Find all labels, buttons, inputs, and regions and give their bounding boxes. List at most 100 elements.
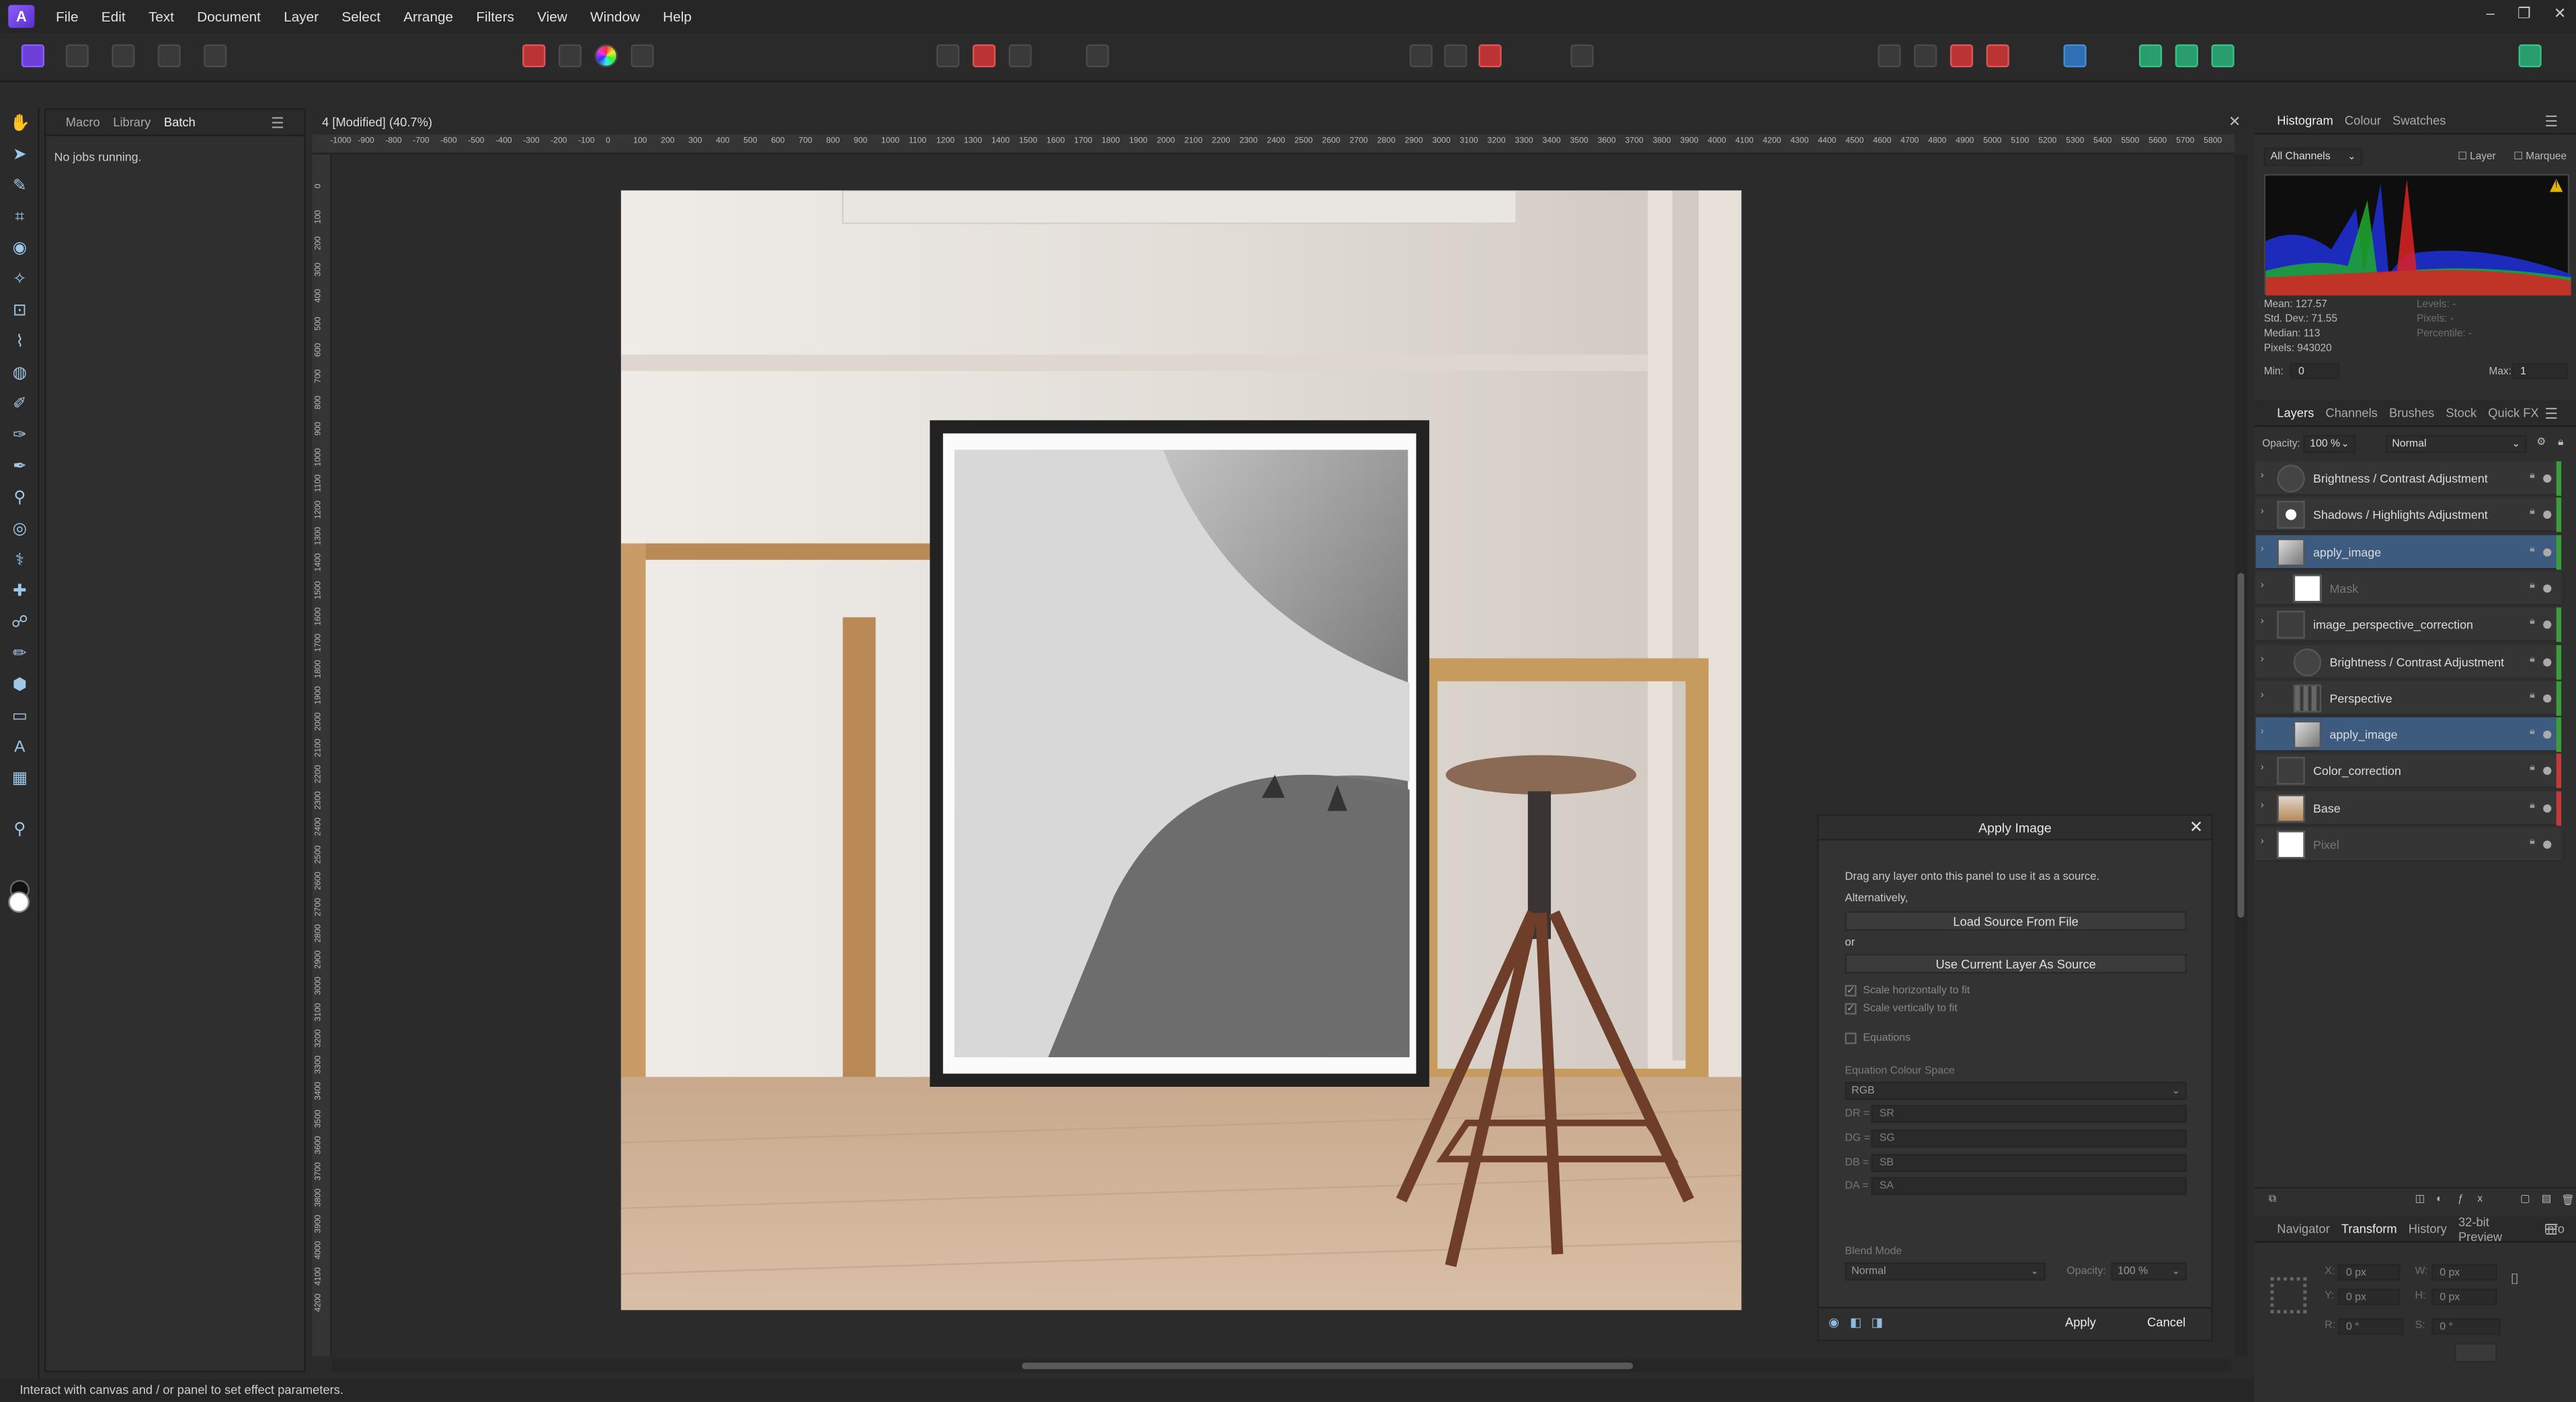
text-tool-icon[interactable]: A [10, 739, 30, 758]
use-current-layer-button[interactable]: Use Current Layer As Source [1845, 954, 2187, 974]
boolean-subtract-icon[interactable] [2175, 44, 2198, 68]
order-forward-icon[interactable] [1914, 44, 1937, 68]
rectangle-tool-icon[interactable]: ▭ [10, 708, 30, 727]
node-tool-icon[interactable]: ⬢ [10, 676, 30, 696]
s-field[interactable]: 0 ° [2431, 1318, 2501, 1335]
restore-icon[interactable]: ❐ [2518, 5, 2531, 23]
develop-persona-icon[interactable] [112, 44, 135, 68]
layer-row[interactable]: › Brightness / Contrast Adjustment 🔒︎ [2255, 644, 2562, 679]
vertical-scroll-thumb[interactable] [2237, 573, 2245, 918]
anchor-point-selector[interactable] [2270, 1277, 2307, 1314]
order-front-icon[interactable] [1949, 44, 1974, 68]
primary-colour-swatch[interactable] [8, 891, 30, 913]
flood-select-tool-icon[interactable]: ✧ [10, 271, 30, 290]
menu-text[interactable]: Text [137, 8, 186, 24]
tab-history[interactable]: History [2409, 1221, 2447, 1236]
y-field[interactable]: 0 px [2337, 1288, 2401, 1305]
group-icon[interactable]: ▤ [2542, 1194, 2552, 1205]
color-picker-tool-icon[interactable]: ✎ [10, 177, 30, 197]
align-icon[interactable] [2063, 44, 2087, 68]
lock-icon[interactable]: 🔒︎ [2530, 507, 2535, 519]
live-filter-icon[interactable]: ƒ [2458, 1194, 2464, 1205]
close-document-icon[interactable]: ✕ [2228, 114, 2241, 132]
panel-menu-icon[interactable]: ☰ [2544, 114, 2558, 132]
export-persona-icon[interactable] [204, 44, 227, 68]
dodge-tool-icon[interactable]: ✒ [10, 458, 30, 477]
lock-icon[interactable]: 🔒︎ [2530, 544, 2535, 556]
lock-icon[interactable]: 🔒︎ [2530, 727, 2535, 739]
magnet-icon[interactable] [1478, 44, 1502, 68]
menu-layer[interactable]: Layer [272, 8, 330, 24]
tab-layers[interactable]: Layers [2277, 405, 2314, 420]
boolean-intersect-icon[interactable] [2211, 44, 2235, 68]
visibility-icon[interactable] [2543, 547, 2552, 556]
order-top-icon[interactable] [1986, 44, 2009, 68]
panel-menu-icon[interactable]: ☰ [2544, 1221, 2558, 1239]
marquee-checkbox[interactable]: ☐ Marquee [2513, 151, 2567, 163]
tab-transform[interactable]: Transform [2341, 1221, 2397, 1236]
transform-origin-button[interactable] [2454, 1343, 2497, 1363]
tab-navigator[interactable]: Navigator [2277, 1221, 2329, 1236]
expand-chevron-icon[interactable]: › [2261, 654, 2264, 664]
layer-checkbox[interactable]: ☐ Layer [2458, 151, 2496, 163]
tab-brushes[interactable]: Brushes [2389, 405, 2434, 420]
document-image[interactable] [620, 190, 1742, 1311]
expand-chevron-icon[interactable]: › [2261, 764, 2264, 774]
add-layer-icon[interactable]: ▢ [2520, 1194, 2530, 1205]
close-icon[interactable]: ✕ [2189, 816, 2204, 841]
layer-row[interactable]: › apply_image 🔒︎ [2255, 717, 2562, 752]
layer-row[interactable]: › apply_image 🔒︎ [2255, 534, 2562, 569]
selection-mode-icon[interactable] [936, 44, 960, 68]
fx-icon[interactable]: x [2477, 1194, 2483, 1205]
liquify-persona-icon[interactable] [65, 44, 89, 68]
minimize-icon[interactable]: – [2486, 5, 2494, 23]
scale-horizontally-checkbox[interactable]: ✓ Scale horizontally to fit [1845, 985, 1970, 997]
paint-brush-tool-icon[interactable]: ✐ [10, 396, 30, 415]
snapping-options-icon[interactable] [1444, 44, 1467, 68]
affinity-logo-icon[interactable]: A [8, 5, 35, 28]
auto-white-balance-icon[interactable] [631, 44, 654, 68]
flood-fill-tool-icon[interactable]: ◍ [10, 364, 30, 384]
mirror-view-icon[interactable]: ◨ [1871, 1315, 1883, 1330]
preview-toggle-icon[interactable]: ◉ [1828, 1315, 1839, 1330]
panel-menu-icon[interactable]: ☰ [271, 115, 284, 133]
equations-checkbox[interactable]: Equations [1845, 1032, 1910, 1044]
tab-colour[interactable]: Colour [2345, 114, 2381, 128]
layer-blend-select[interactable]: Normal ⌄ [2385, 435, 2527, 454]
account-icon[interactable] [2518, 44, 2542, 68]
pen-tool-icon[interactable]: ✏ [10, 645, 30, 665]
max-field[interactable]: 1 [2511, 362, 2568, 380]
r-field[interactable]: 0 ° [2337, 1318, 2404, 1335]
expand-chevron-icon[interactable]: › [2261, 544, 2264, 554]
adjustment-icon[interactable]: ◐ [2436, 1194, 2442, 1205]
photo-persona-icon[interactable] [21, 44, 44, 68]
apply-image-titlebar[interactable]: Apply Image ✕ [1818, 815, 2212, 841]
menu-window[interactable]: Window [579, 8, 651, 24]
clone-tool-icon[interactable]: ⚲ [10, 489, 30, 509]
lock-icon[interactable]: 🔒︎ [2530, 581, 2535, 592]
delete-layer-icon[interactable]: 🗑︎ [2561, 1194, 2575, 1206]
auto-levels-icon[interactable] [522, 44, 546, 68]
mask-layer-icon[interactable]: ◫ [2415, 1194, 2425, 1205]
menu-document[interactable]: Document [186, 8, 272, 24]
marquee-tool-icon[interactable]: ⊡ [10, 302, 30, 321]
visibility-icon[interactable] [2543, 511, 2552, 520]
layer-row[interactable]: › Pixel 🔒︎ [2255, 827, 2562, 862]
blur-tool-icon[interactable]: ◎ [10, 520, 30, 540]
visibility-icon[interactable] [2543, 620, 2552, 629]
tab-swatches[interactable]: Swatches [2392, 114, 2446, 128]
layer-row[interactable]: › Perspective 🔒︎ [2255, 681, 2562, 716]
dr-field[interactable]: SR [1871, 1104, 2187, 1123]
visibility-icon[interactable] [2543, 804, 2552, 813]
h-field[interactable]: 0 px [2431, 1288, 2497, 1305]
expand-chevron-icon[interactable]: › [2261, 507, 2264, 518]
expand-chevron-icon[interactable]: › [2261, 691, 2264, 701]
split-view-icon[interactable]: ◧ [1850, 1315, 1861, 1330]
expand-chevron-icon[interactable]: › [2261, 800, 2264, 811]
visibility-icon[interactable] [2543, 584, 2552, 593]
tab-library[interactable]: Library [113, 115, 151, 130]
deselect-icon[interactable] [972, 44, 996, 68]
layer-row[interactable]: › Mask 🔒︎ [2255, 571, 2562, 606]
scale-vertically-checkbox[interactable]: ✓ Scale vertically to fit [1845, 1003, 1958, 1015]
expand-chevron-icon[interactable]: › [2261, 727, 2264, 737]
